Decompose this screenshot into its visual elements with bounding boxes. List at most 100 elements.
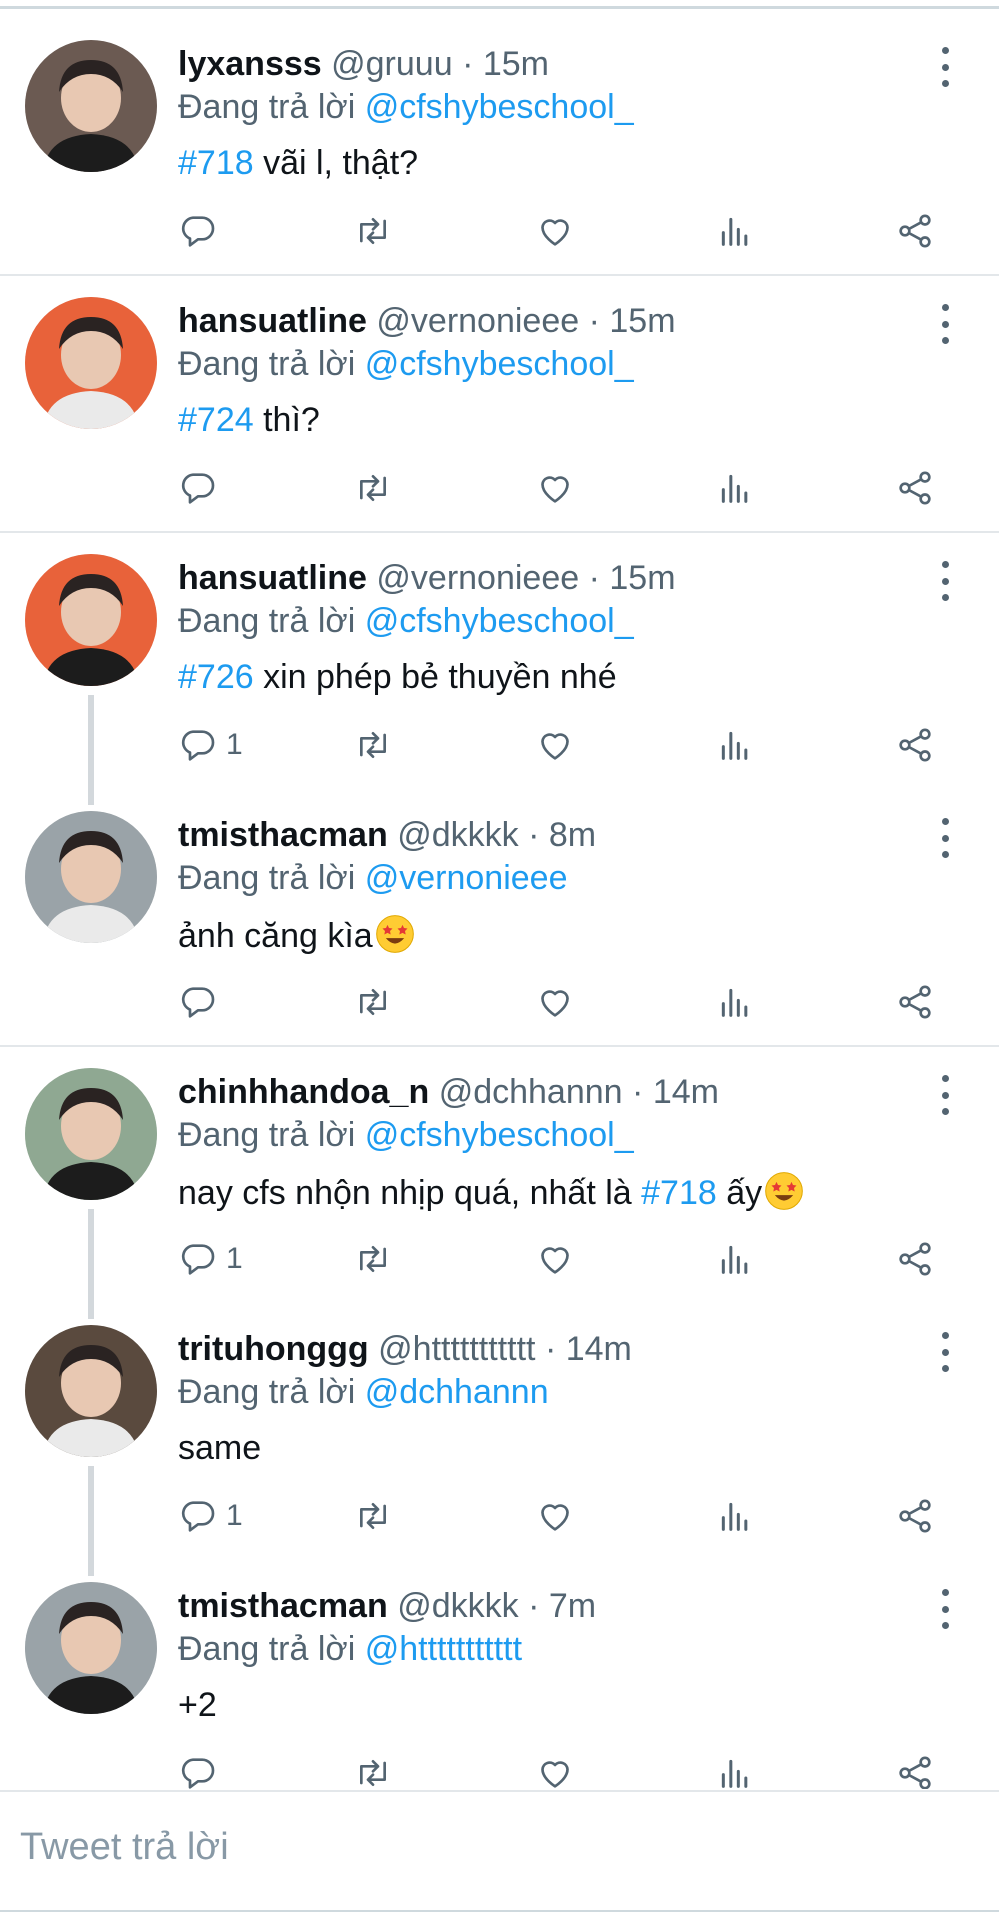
- retweet-button[interactable]: [353, 1237, 393, 1281]
- display-name[interactable]: hansuatline: [178, 559, 367, 597]
- user-handle[interactable]: @dkkkk: [397, 1587, 518, 1625]
- like-button[interactable]: [535, 466, 575, 510]
- reply-button[interactable]: [178, 1751, 226, 1789]
- share-button[interactable]: [895, 1751, 935, 1789]
- user-handle[interactable]: @dchhannn: [439, 1073, 623, 1111]
- like-button[interactable]: [535, 1237, 575, 1281]
- views-button[interactable]: [715, 1494, 755, 1538]
- share-button[interactable]: [895, 1494, 935, 1538]
- display-name[interactable]: tmisthacman: [178, 1587, 388, 1625]
- like-button[interactable]: [535, 980, 575, 1024]
- avatar[interactable]: [25, 40, 157, 172]
- avatar[interactable]: [25, 1582, 157, 1714]
- replying-label: Đang trả lời: [178, 88, 356, 126]
- tweet-time[interactable]: 15m: [609, 559, 675, 597]
- display-name[interactable]: lyxansss: [178, 45, 322, 83]
- reply-button[interactable]: [178, 980, 226, 1024]
- avatar-image: [25, 40, 157, 172]
- tweet-time[interactable]: 8m: [549, 816, 596, 854]
- retweet-button[interactable]: [353, 1751, 393, 1789]
- tweet[interactable]: chinhhandoa_n @dchhannn · 14m Đang trả l…: [0, 1047, 999, 1319]
- user-handle[interactable]: @dkkkk: [397, 816, 518, 854]
- more-icon[interactable]: [930, 561, 960, 601]
- tweet-time[interactable]: 14m: [653, 1073, 719, 1111]
- avatar[interactable]: [25, 297, 157, 429]
- tweet[interactable]: tmisthacman @dkkkk · 7m Đang trả lời @ht…: [0, 1561, 999, 1789]
- hashtag-link[interactable]: #726: [178, 658, 254, 696]
- replying-label: Đang trả lời: [178, 859, 356, 897]
- reply-button[interactable]: [178, 466, 226, 510]
- replying-mention[interactable]: @httttttttttt: [365, 1630, 522, 1668]
- display-name[interactable]: hansuatline: [178, 302, 367, 340]
- like-button[interactable]: [535, 1494, 575, 1538]
- avatar[interactable]: [25, 811, 157, 943]
- views-button[interactable]: [715, 980, 755, 1024]
- tweet[interactable]: lyxansss @gruuu · 15m Đang trả lời @cfsh…: [0, 19, 999, 276]
- replying-mention[interactable]: @cfshybeschool_: [365, 602, 634, 640]
- reply-input[interactable]: [20, 1822, 960, 1872]
- share-button[interactable]: [895, 1237, 935, 1281]
- reply-feed[interactable]: lyxansss @gruuu · 15m Đang trả lời @cfsh…: [0, 19, 999, 1789]
- avatar[interactable]: [25, 1325, 157, 1457]
- retweet-button[interactable]: [353, 980, 393, 1024]
- views-button[interactable]: [715, 723, 755, 767]
- reply-icon: [181, 1501, 215, 1532]
- reply-button[interactable]: 1: [178, 1494, 243, 1538]
- tweet[interactable]: hansuatline @vernonieee · 15m Đang trả l…: [0, 276, 999, 533]
- views-button[interactable]: [715, 1237, 755, 1281]
- retweet-button[interactable]: [353, 209, 393, 253]
- like-button[interactable]: [535, 723, 575, 767]
- display-name[interactable]: trituhonggg: [178, 1330, 369, 1368]
- retweet-button[interactable]: [353, 466, 393, 510]
- more-icon[interactable]: [930, 1075, 960, 1115]
- more-icon[interactable]: [930, 47, 960, 87]
- reply-button[interactable]: 1: [178, 1237, 243, 1281]
- more-icon[interactable]: [930, 1589, 960, 1629]
- hashtag-link[interactable]: #718: [641, 1174, 717, 1212]
- hashtag-link[interactable]: #718: [178, 144, 254, 182]
- tweet-time[interactable]: 15m: [483, 45, 549, 83]
- hashtag-link[interactable]: #724: [178, 401, 254, 439]
- views-button[interactable]: [715, 209, 755, 253]
- replying-mention[interactable]: @cfshybeschool_: [365, 88, 634, 126]
- tweet[interactable]: hansuatline @vernonieee · 15m Đang trả l…: [0, 533, 999, 805]
- star-struck-emoji: [765, 1172, 803, 1210]
- views-button[interactable]: [715, 466, 755, 510]
- share-button[interactable]: [895, 980, 935, 1024]
- share-button[interactable]: [895, 466, 935, 510]
- thread-line: [88, 1466, 94, 1576]
- tweet[interactable]: trituhonggg @httttttttttt · 14m Đang trả…: [0, 1304, 999, 1576]
- tweet-time[interactable]: 14m: [566, 1330, 632, 1368]
- more-icon[interactable]: [930, 304, 960, 344]
- avatar[interactable]: [25, 554, 157, 686]
- more-icon[interactable]: [930, 818, 960, 858]
- avatar[interactable]: [25, 1068, 157, 1200]
- share-button[interactable]: [895, 209, 935, 253]
- share-button[interactable]: [895, 723, 935, 767]
- replying-mention[interactable]: @vernonieee: [365, 859, 568, 897]
- more-icon[interactable]: [930, 1332, 960, 1372]
- views-button[interactable]: [715, 1751, 755, 1789]
- replying-mention[interactable]: @cfshybeschool_: [365, 345, 634, 383]
- replying-mention[interactable]: @cfshybeschool_: [365, 1116, 634, 1154]
- tweet-time[interactable]: 7m: [549, 1587, 596, 1625]
- retweet-button[interactable]: [353, 723, 393, 767]
- display-name[interactable]: chinhhandoa_n: [178, 1073, 429, 1111]
- tweet-header: lyxansss @gruuu · 15m: [178, 44, 549, 84]
- user-handle[interactable]: @httttttttttt: [378, 1330, 535, 1368]
- reply-button[interactable]: 1: [178, 723, 243, 767]
- display-name[interactable]: tmisthacman: [178, 816, 388, 854]
- user-handle[interactable]: @vernonieee: [376, 559, 579, 597]
- user-handle[interactable]: @gruuu: [331, 45, 452, 83]
- user-handle[interactable]: @vernonieee: [376, 302, 579, 340]
- retweet-button[interactable]: [353, 1494, 393, 1538]
- tweet-time[interactable]: 15m: [609, 302, 675, 340]
- tweet-actions: [178, 466, 948, 510]
- tweet-text: ảnh căng kìa: [178, 914, 415, 956]
- like-button[interactable]: [535, 209, 575, 253]
- tweet[interactable]: tmisthacman @dkkkk · 8m Đang trả lời @ve…: [0, 790, 999, 1047]
- replying-mention[interactable]: @dchhannn: [365, 1373, 549, 1411]
- like-button[interactable]: [535, 1751, 575, 1789]
- tweet-header: hansuatline @vernonieee · 15m: [178, 301, 676, 341]
- reply-button[interactable]: [178, 209, 226, 253]
